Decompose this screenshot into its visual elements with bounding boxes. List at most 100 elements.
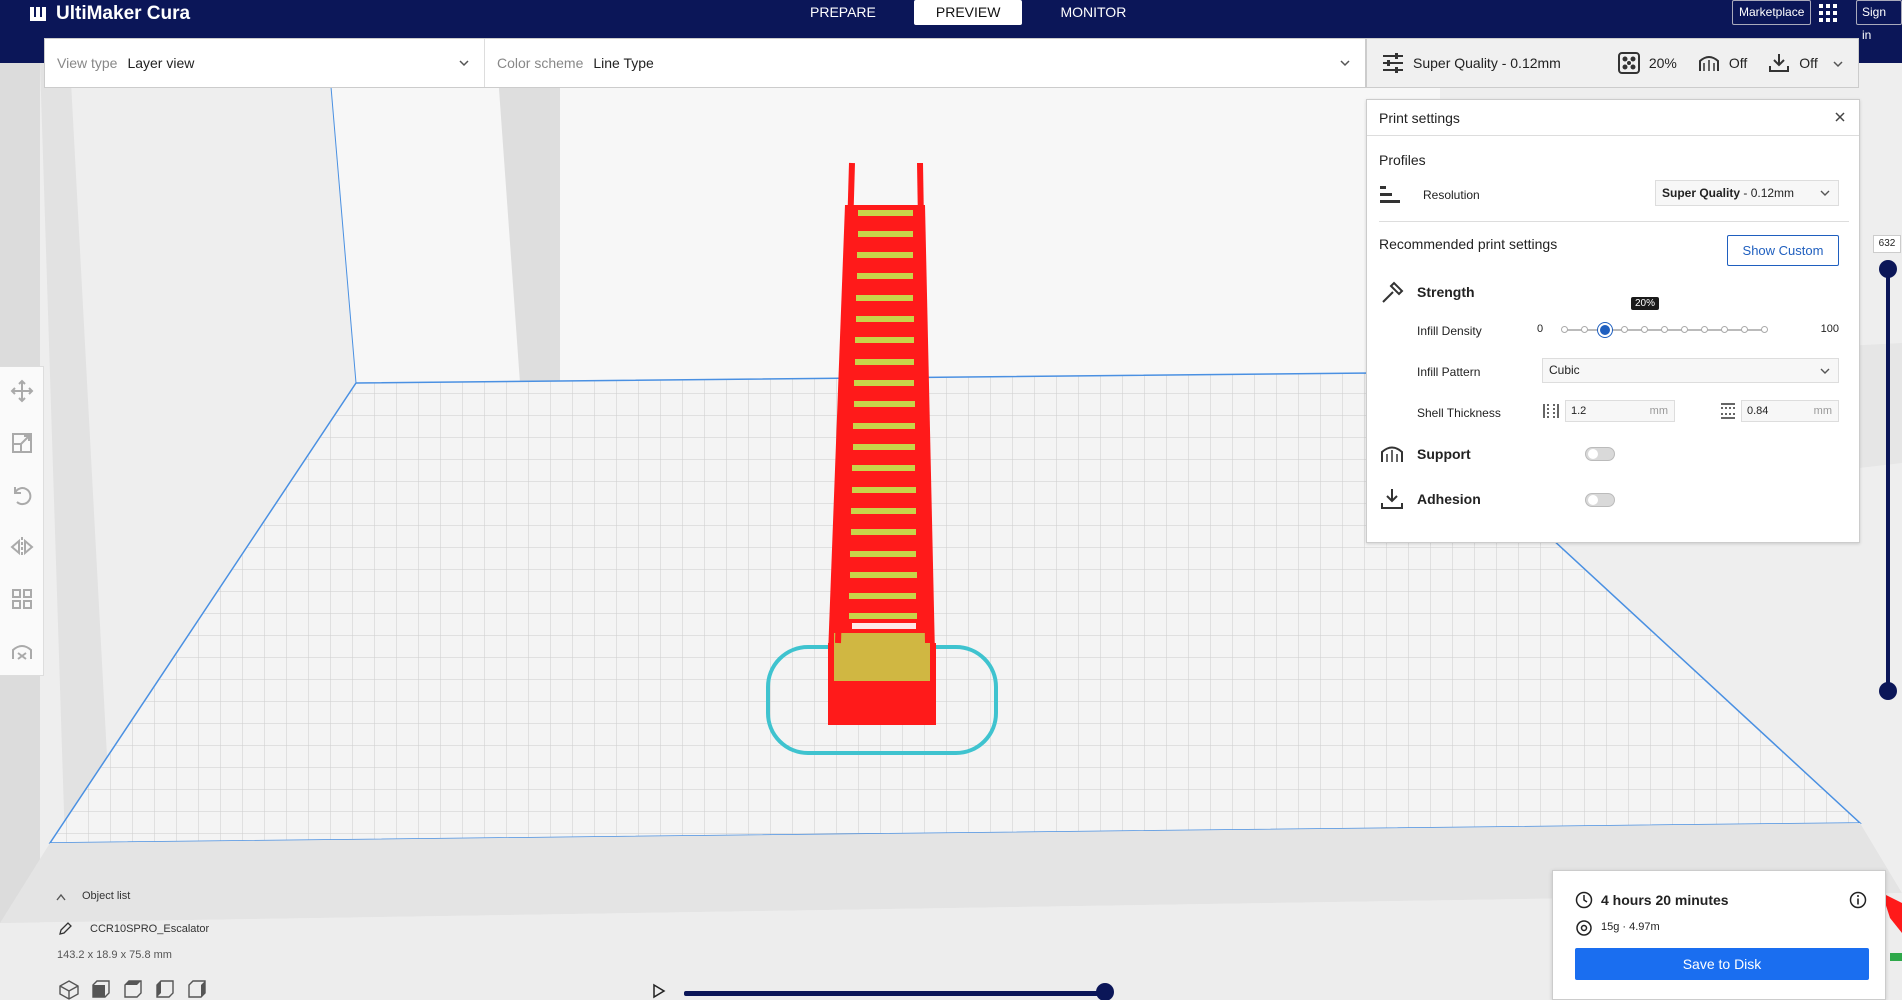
slider-tick [1721,326,1728,333]
infill-summary: 20% [1617,51,1677,75]
layer-slider-bottom-handle[interactable] [1879,682,1897,700]
infill-density-label: Infill Density [1417,324,1482,338]
app-switcher-icon[interactable] [1818,3,1838,23]
adhesion-summary-text: Off [1799,55,1818,71]
color-scheme-value: Line Type [593,55,654,71]
support-summary: Off [1697,51,1747,75]
rotate-tool-icon[interactable] [10,483,34,507]
divider [1379,221,1849,222]
top-bottom-thickness-input[interactable]: 0.84 mm [1741,400,1839,422]
view-type-value: Layer view [127,55,195,71]
support-icon [1381,446,1403,462]
slider-max-label: 100 [1820,323,1839,335]
slider-tick [1581,326,1588,333]
path-slider-handle[interactable] [1096,983,1114,1000]
quality-profile-text: Super Quality - 0.12mm [1413,55,1561,71]
close-icon[interactable] [1833,110,1847,124]
save-to-disk-button[interactable]: Save to Disk [1575,948,1869,980]
pencil-icon[interactable] [58,922,72,936]
model-escalator [828,162,936,725]
slider-tick [1661,326,1668,333]
material-usage: 15g · 4.97m [1601,921,1660,933]
tab-preview[interactable]: PREVIEW [913,0,1023,25]
object-list-label[interactable]: Object list [82,890,130,902]
info-icon[interactable] [1849,891,1867,909]
adhesion-toggle[interactable] [1585,493,1615,507]
3d-view-icon[interactable] [58,980,80,1000]
app-title: UltiMaker Cura [56,3,191,24]
strength-title: Strength [1417,284,1475,300]
adhesion-summary: Off [1767,51,1818,75]
support-title: Support [1417,446,1471,462]
infill-pattern-dropdown[interactable]: Cubic [1542,358,1839,383]
chevron-down-icon [1820,190,1830,196]
slider-tick [1561,326,1568,333]
camera-view-buttons [58,980,208,1000]
infill-pattern-label: Infill Pattern [1417,365,1481,379]
slider-tick [1681,326,1688,333]
job-summary-panel: 4 hours 20 minutes 15g · 4.97m Save to D… [1552,870,1886,1000]
object-dimensions: 143.2 x 18.9 x 75.8 mm [57,949,172,961]
slider-tick [1741,326,1748,333]
quality-profile-summary: Super Quality - 0.12mm [1381,51,1561,75]
ultimaker-logo-icon [30,7,46,21]
shell-thickness-label: Shell Thickness [1417,406,1501,420]
top-bottom-thickness-value: 0.84 [1747,405,1769,417]
strength-icon [1382,281,1404,303]
adhesion-icon [1769,54,1790,72]
show-custom-button[interactable]: Show Custom [1727,235,1839,266]
tab-monitor[interactable]: MONITOR [1038,0,1148,25]
mirror-tool-icon[interactable] [9,535,34,559]
chevron-down-icon[interactable] [1832,58,1844,70]
infill-icon [1617,52,1640,74]
support-toggle[interactable] [1585,447,1615,461]
layer-slider-top-handle[interactable] [1879,260,1897,278]
resolution-value-bold: Super Quality [1662,186,1741,200]
divider [1367,135,1859,136]
tab-prepare[interactable]: PREPARE [788,0,898,25]
profiles-label: Profiles [1379,152,1426,168]
wall-thickness-input[interactable]: 1.2 mm [1565,400,1675,422]
layer-number-input[interactable]: 632 [1873,235,1901,253]
front-view-icon[interactable] [90,980,112,1000]
support-icon [1698,56,1719,71]
sign-in-button[interactable]: Sign in [1856,0,1902,42]
panel-title: Print settings [1379,110,1460,126]
top-bottom-thickness-icon [1721,403,1735,419]
marketplace-button[interactable]: Marketplace [1732,0,1812,25]
left-view-icon[interactable] [154,980,176,1000]
print-time: 4 hours 20 minutes [1601,892,1729,908]
slider-tick [1621,326,1628,333]
slider-tick [1701,326,1708,333]
layer-path-slider[interactable] [684,991,1104,996]
play-icon[interactable] [652,983,666,999]
sliders-icon [1383,53,1403,73]
scale-tool-icon[interactable] [10,431,34,455]
clock-icon [1575,891,1593,909]
infill-density-slider[interactable]: 0 100 [1537,320,1839,340]
color-scheme-dropdown[interactable]: Color scheme Line Type [485,39,1365,87]
view-type-dropdown[interactable]: View type Layer view [45,39,485,87]
top-view-icon[interactable] [122,980,144,1000]
adhesion-title: Adhesion [1417,491,1481,507]
resolution-icon [1380,186,1400,203]
stage-tabs: PREPARE PREVIEW MONITOR [788,0,1164,25]
spool-icon [1576,920,1592,936]
slider-min-label: 0 [1537,323,1544,335]
slider-handle[interactable] [1598,323,1612,337]
infill-pattern-value: Cubic [1549,363,1580,377]
resolution-label: Resolution [1423,188,1480,202]
chevron-up-icon[interactable] [56,893,66,901]
recommended-settings-label: Recommended print settings [1379,236,1558,252]
per-model-settings-icon[interactable] [10,587,34,611]
print-setup-summary[interactable]: Super Quality - 0.12mm 20% Off Off [1366,38,1859,88]
support-blocker-icon[interactable] [10,639,34,663]
right-view-icon[interactable] [186,980,208,1000]
resolution-dropdown[interactable]: Super Quality - 0.12mm [1655,180,1839,206]
view-options-bar: View type Layer view Color scheme Line T… [44,38,1366,88]
move-tool-icon[interactable] [10,379,34,403]
layer-slider-track[interactable] [1886,270,1890,690]
slider-tooltip: 20% [1631,297,1660,310]
chevron-down-icon [1820,368,1830,374]
resolution-value-rest: - 0.12mm [1740,186,1795,200]
